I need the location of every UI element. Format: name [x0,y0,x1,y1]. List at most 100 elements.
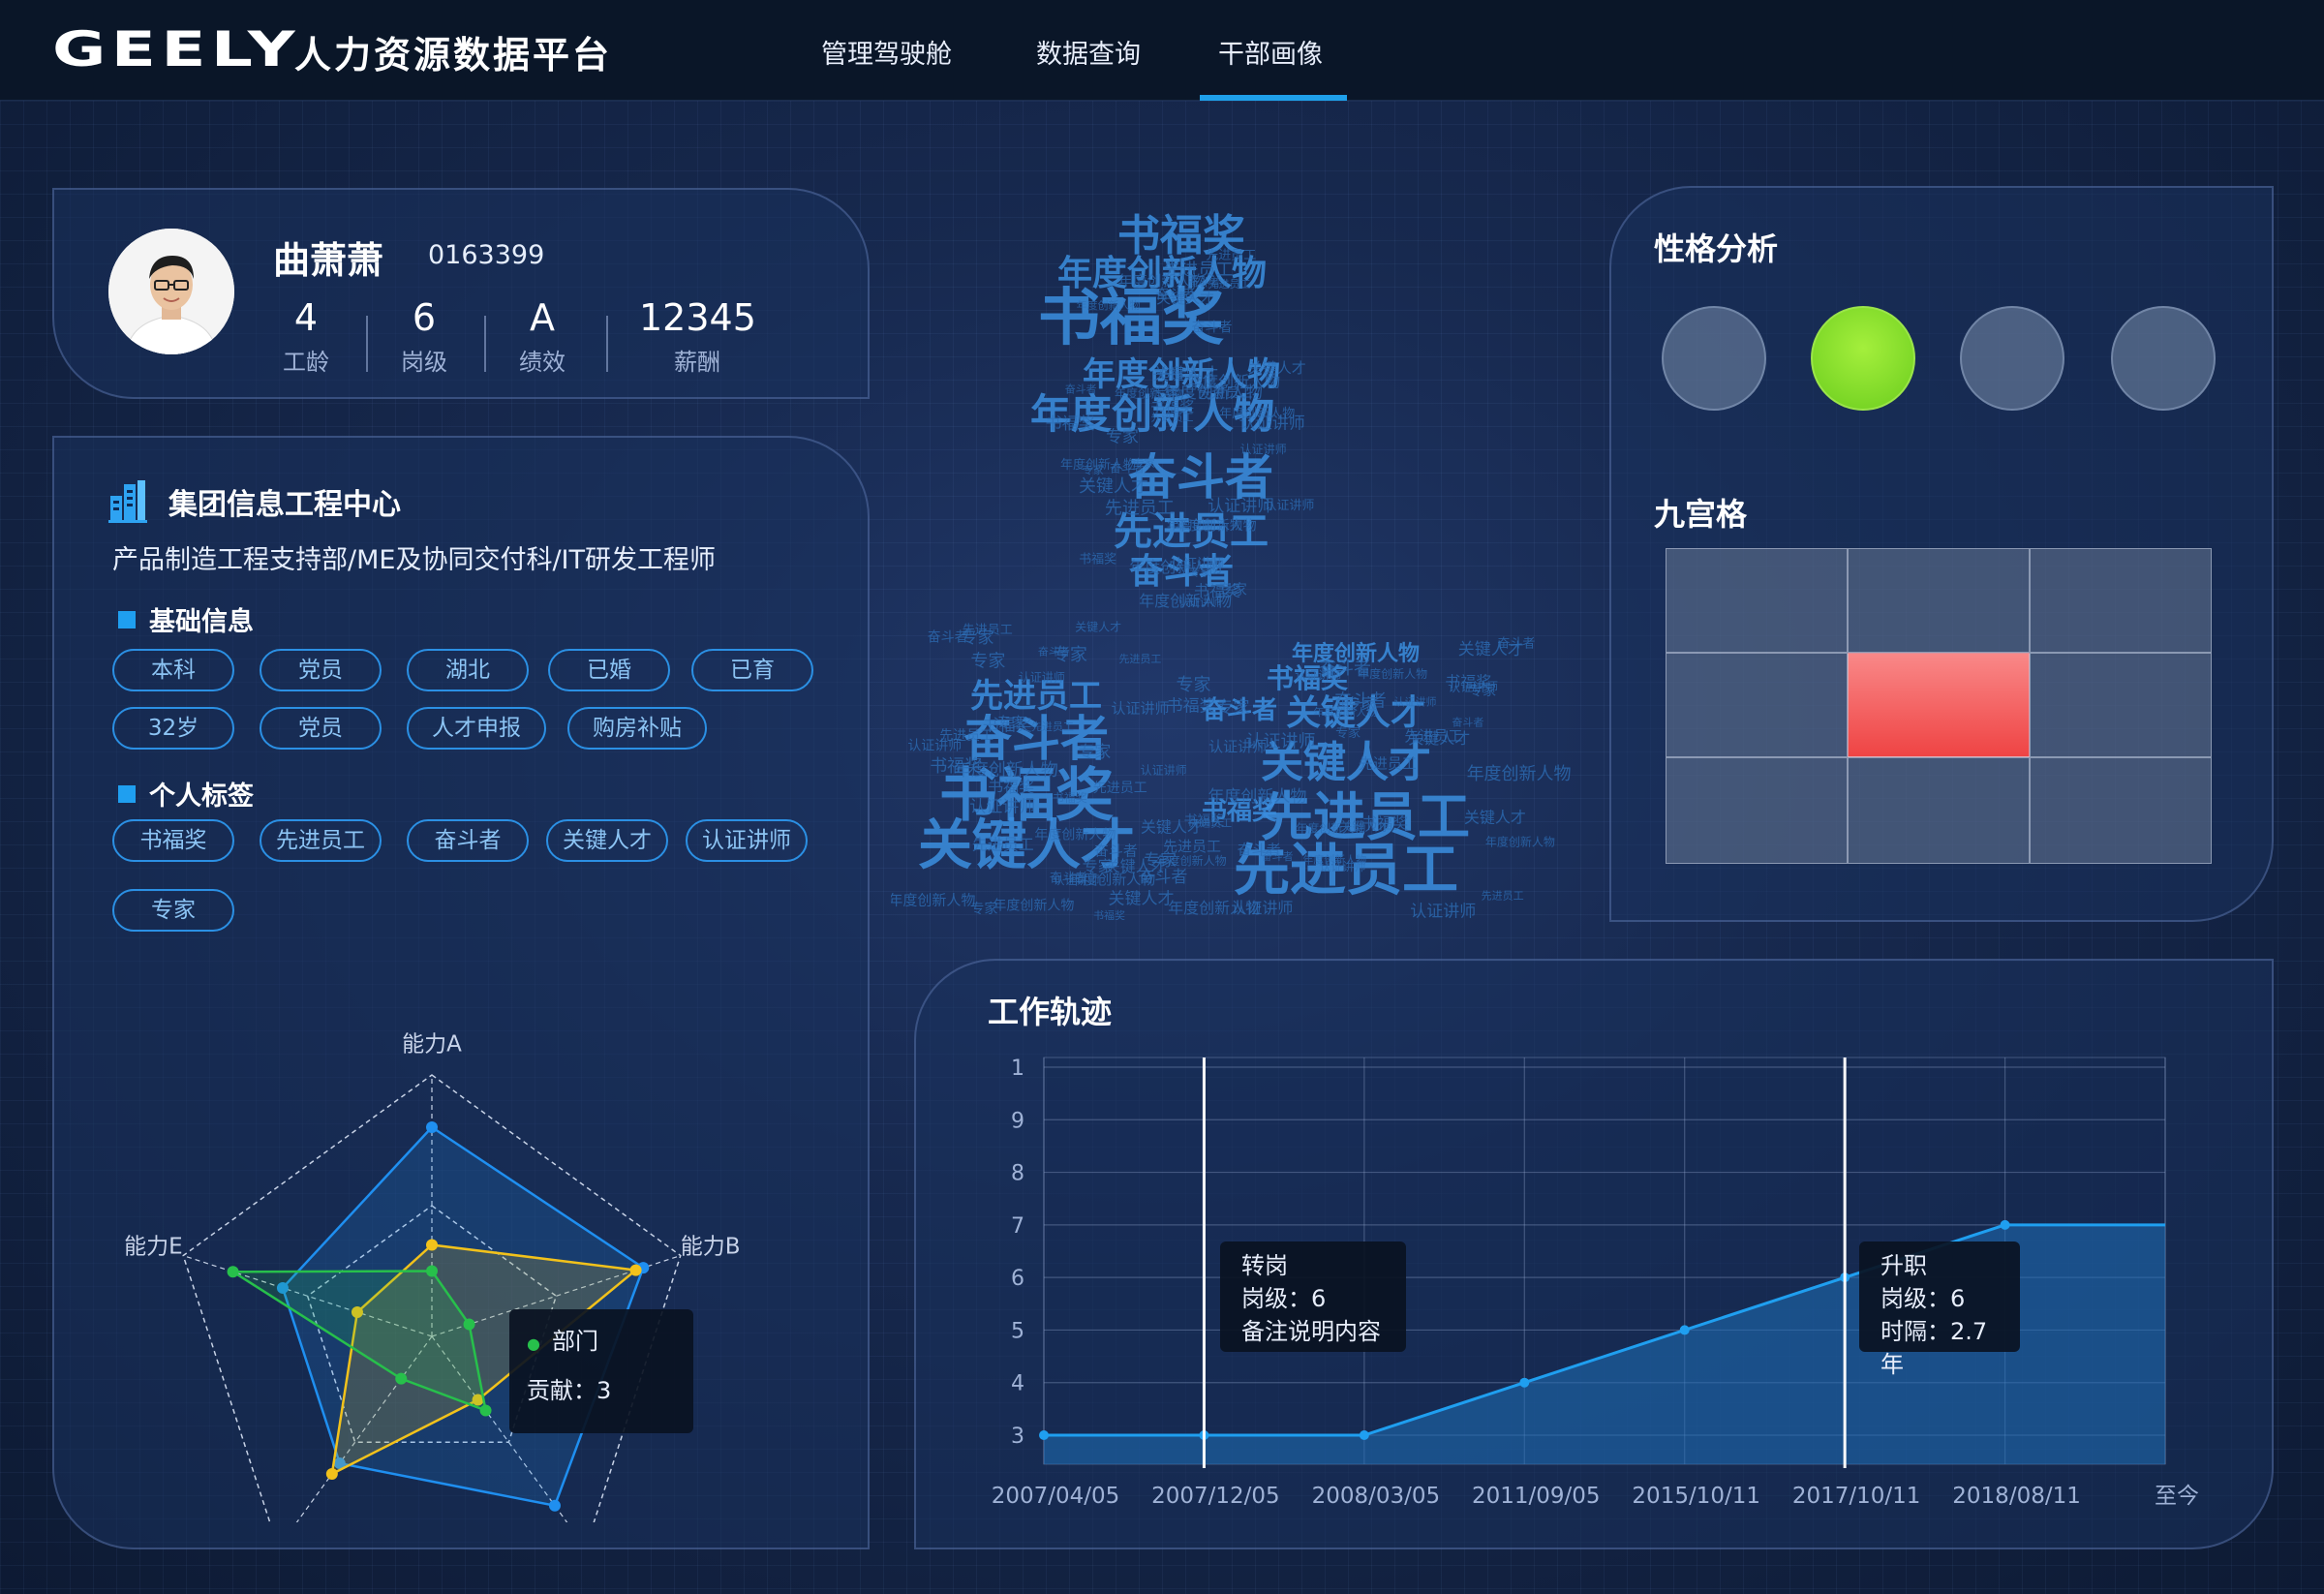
word-cloud-word: 认证讲师 [1112,700,1170,718]
stat-value: 6 [412,296,437,339]
word-cloud-word: 奋斗者 [1038,645,1070,659]
radar-axis-label: 能力A [402,1032,462,1058]
nav-item-query[interactable]: 数据查询 [1036,33,1141,71]
tag-age[interactable]: 32岁 [112,707,234,750]
tag-province[interactable]: 湖北 [407,649,529,691]
nine-grid-title: 九宫格 [1654,496,1748,533]
word-cloud-word: 关键人才 [1141,818,1203,837]
tooltip-line: 时隔：2.7年 [1881,1318,1988,1378]
word-cloud-word: 专家 [996,714,1025,731]
word-cloud-word: 书福奖 [1150,398,1194,415]
personality-indicator-active[interactable] [1811,306,1915,411]
word-cloud-word: 认证讲师 [1410,902,1476,920]
radar-point [426,1265,438,1277]
word-cloud-word: 关键人才 [1464,808,1526,826]
chart-point [2000,1219,2010,1230]
word-cloud-word: 认证讲师 [1295,668,1341,683]
tag-personal[interactable]: 专家 [112,889,234,932]
y-tick-label: 7 [1011,1214,1024,1239]
x-tick-label: 2008/03/05 [1312,1484,1441,1509]
nine-grid-cell[interactable] [2030,653,2212,757]
nine-grid-cell[interactable] [1666,653,1848,757]
nine-grid-cell[interactable] [2030,548,2212,653]
section-marker [118,611,136,628]
word-cloud-word: 书福奖 [1053,790,1087,805]
word-cloud-word: 先进员工 [1118,653,1161,665]
nine-grid-cell-active[interactable] [1848,653,2030,757]
word-cloud-word: 书福奖 [1194,582,1240,600]
tag-word-cloud: 书福奖年度创新人物书福奖年度创新人物年度创新人物奋斗者先进员工奋斗者先进员工奋斗… [891,211,1572,920]
radar-point [395,1372,408,1385]
word-cloud-word: 书福奖 [1046,414,1095,434]
tag-talent-application[interactable]: 人才申报 [407,707,546,750]
tag-personal[interactable]: 奋斗者 [407,819,529,862]
y-tick-label: 4 [1011,1372,1024,1396]
tag-party[interactable]: 党员 [260,649,382,691]
stat-grade: 6 岗级 [397,296,451,377]
word-cloud-word: 年度创新人物 [1157,853,1227,868]
word-cloud-word: 奋斗者 [1065,382,1097,395]
nine-box-grid [1666,548,2212,864]
radar-axis-label: 能力E [124,1235,183,1260]
department-path: 产品制造工程支持部/ME及协同交付科/IT研发工程师 [112,545,717,575]
stat-value: 4 [293,296,319,339]
nine-grid-cell[interactable] [1666,757,1848,864]
nine-grid-cell[interactable] [1666,548,1848,653]
tag-party[interactable]: 党员 [260,707,382,750]
word-cloud-word: 年度创新人物 [1168,899,1261,917]
x-tick-label: 2017/10/11 [1792,1484,1921,1509]
tooltip-value-row: 贡献：3 [527,1374,676,1407]
nav-active-indicator [1200,95,1347,101]
radar-point [325,1467,338,1480]
personality-indicator[interactable] [1662,306,1766,411]
stat-divider [606,316,608,372]
stat-seniority: 4 工龄 [279,296,333,377]
nine-grid-cell[interactable] [1848,548,2030,653]
personality-indicator[interactable] [2111,306,2216,411]
tag-children[interactable]: 已育 [691,649,813,691]
tag-personal[interactable]: 先进员工 [260,819,382,862]
top-bar: GEELY 人力资源数据平台 管理驾驶舱 数据查询 干部画像 [0,0,2324,101]
nine-grid-cell[interactable] [2030,757,2212,864]
nav-item-dashboard[interactable]: 管理驾驶舱 [821,33,952,71]
tag-marital[interactable]: 已婚 [548,649,670,691]
nav-item-cadre-profile[interactable]: 干部画像 [1218,33,1323,71]
word-cloud-word: 认证讲师 [1019,669,1065,684]
word-cloud-word: 年度创新人物 [1060,457,1136,473]
word-cloud-word: 年度创新人物 [1208,787,1306,807]
tag-personal[interactable]: 书福奖 [112,819,234,862]
chart-point [1679,1325,1690,1335]
employee-name: 曲萧萧 [273,239,384,282]
word-cloud-word: 关键人才 [1152,365,1218,384]
word-cloud-word: 书福奖 [930,756,982,777]
word-cloud-word: 书福奖 [1079,553,1116,567]
tag-personal[interactable]: 认证讲师 [686,819,808,862]
radar-point [426,1121,438,1133]
word-cloud-word: 年度创新人物 [993,899,1074,914]
word-cloud-word: 先进员工 [1208,278,1251,291]
tooltip-line: 备注说明内容 [1241,1318,1381,1345]
radar-axis-label: 能力B [681,1235,741,1260]
tag-personal[interactable]: 关键人才 [546,819,668,862]
x-tick-label: 2015/10/11 [1632,1484,1760,1509]
word-cloud-word: 认证讲师 [1246,731,1316,751]
employee-id: 0163399 [428,240,545,270]
nine-grid-cell[interactable] [1848,757,2030,864]
word-cloud-word: 专家 [961,628,994,648]
word-cloud-word: 关键人才 [1156,290,1214,307]
y-tick-label: 1 [1011,1057,1024,1081]
word-cloud-word: 奋斗者 [1497,637,1535,652]
avatar [108,229,234,354]
personality-indicator[interactable] [1960,306,2064,411]
tooltip-title: 升职 [1881,1252,1927,1279]
word-cloud-word: 专家 [970,652,1005,672]
word-cloud-word: 关键人才 [1248,359,1306,377]
radar-point [227,1266,239,1278]
y-tick-label: 8 [1011,1162,1024,1186]
stat-divider [366,316,368,372]
tag-housing-subsidy[interactable]: 购房补贴 [567,707,707,750]
tag-education[interactable]: 本科 [112,649,234,691]
word-cloud-word: 先进员工 [1163,838,1221,855]
stat-divider [484,316,486,372]
word-cloud-word: 年度创新人物 [1117,272,1205,290]
